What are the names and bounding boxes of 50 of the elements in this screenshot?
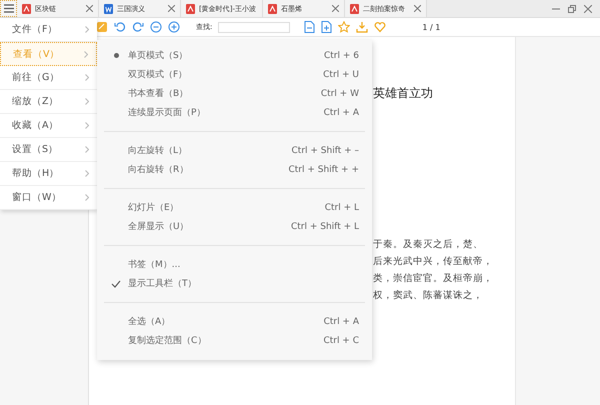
document-heading: 英雄首立功 (373, 85, 434, 102)
submenu-item[interactable]: 单页模式（S） Ctrl + 6 (104, 46, 365, 65)
pdf-file-icon (268, 4, 277, 14)
submenu-item[interactable]: 向右旋转（R） Ctrl + Shift + + (104, 160, 365, 179)
zoom-out-icon[interactable] (150, 21, 162, 33)
star-icon[interactable] (338, 21, 350, 33)
pdf-file-icon (186, 4, 195, 14)
menu-button[interactable] (0, 0, 17, 17)
chevron-icon (85, 146, 89, 153)
submenu-item[interactable]: 向左旋转（L） Ctrl + Shift + – (104, 141, 365, 160)
zoom-in-icon[interactable] (168, 21, 180, 33)
page-counter: 1 / 1 (422, 22, 440, 32)
chevron-icon (85, 98, 89, 105)
close-icon[interactable] (414, 5, 421, 12)
submenu-item[interactable]: 全屏显示（U） Ctrl + Shift + L (104, 217, 365, 236)
submenu-item[interactable]: 复制选定范围（C） Ctrl + C (104, 331, 365, 350)
submenu-item[interactable]: 连续显示页面（P） Ctrl + A (104, 103, 365, 122)
pdf-file-icon (22, 4, 31, 14)
pdf-file-icon (350, 4, 359, 14)
chevron-icon (84, 50, 88, 58)
submenu-item[interactable]: 全选（A） Ctrl + A (104, 312, 365, 331)
submenu-item[interactable]: 显示工具栏（T） (104, 274, 365, 293)
document-text-line: 于秦。及秦灭之后，楚、 (373, 240, 484, 250)
document-text-line: 类，崇信宦官。及桓帝崩， (373, 274, 494, 284)
submenu-item[interactable]: 书本查看（B） Ctrl + W (104, 84, 365, 103)
close-icon[interactable] (86, 5, 93, 12)
page-icon[interactable] (321, 21, 332, 33)
chevron-icon (85, 170, 89, 177)
document-text-line: 后来光武中兴，传至献帝， (373, 257, 494, 267)
close-icon[interactable] (584, 4, 592, 12)
page-icon[interactable] (304, 21, 316, 33)
submenu-item[interactable]: 书签（M）... (104, 255, 365, 274)
fit-page-icon[interactable] (96, 21, 108, 33)
heart-icon[interactable] (374, 21, 386, 33)
chevron-icon (85, 122, 89, 129)
word-file-icon (104, 4, 113, 14)
close-icon[interactable] (332, 5, 339, 12)
menu-icon (4, 4, 14, 13)
close-icon[interactable] (168, 5, 175, 12)
chevron-icon (85, 74, 89, 81)
search-field[interactable] (218, 22, 290, 32)
chevron-icon (85, 26, 89, 33)
submenu-item[interactable]: 双页模式（F） Ctrl + U (104, 65, 365, 84)
rotate-right-icon[interactable] (132, 21, 144, 33)
restore-icon[interactable] (568, 4, 576, 12)
document-text-line: 权，窦武、陈蕃谋诛之， (373, 291, 484, 301)
submenu-item[interactable]: 幻灯片（E） Ctrl + L (104, 198, 365, 217)
chevron-icon (85, 194, 89, 201)
download-icon[interactable] (356, 21, 368, 33)
rotate-left-icon[interactable] (114, 21, 126, 33)
